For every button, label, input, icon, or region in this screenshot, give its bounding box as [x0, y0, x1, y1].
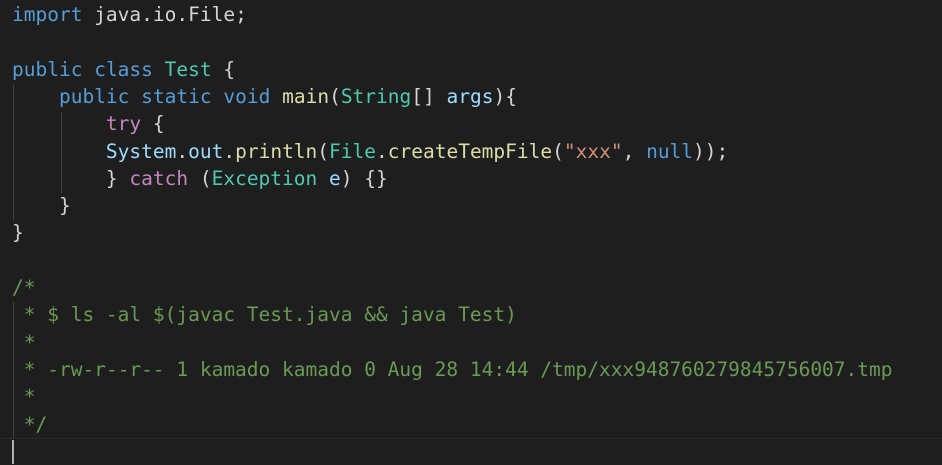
code-token: createTempFile	[387, 139, 553, 163]
code-token: static	[141, 84, 212, 108]
code-token: *	[12, 330, 36, 354]
code-token: */	[12, 412, 48, 436]
code-token: .	[223, 139, 236, 163]
code-token: null	[646, 139, 694, 163]
code-token: /*	[12, 276, 36, 299]
code-line[interactable]: *	[12, 329, 36, 356]
code-token: (	[329, 84, 341, 108]
code-line[interactable]: public static void main(String[] args){	[12, 83, 517, 110]
code-token: println	[235, 139, 318, 163]
code-line[interactable]: * -rw-r--r-- 1 kamado kamado 0 Aug 28 14…	[12, 356, 893, 383]
code-token: .	[176, 139, 189, 163]
code-token: System	[105, 139, 177, 163]
code-token: {	[141, 112, 165, 136]
code-token: class	[94, 57, 153, 81]
code-token: out	[188, 139, 224, 163]
code-token: String	[340, 84, 412, 108]
code-token: java.io.File;	[82, 3, 247, 26]
code-token: {	[211, 57, 236, 81]
code-token: *	[12, 385, 36, 409]
code-line[interactable]: }	[12, 219, 24, 246]
code-token: }	[12, 221, 24, 245]
code-line[interactable]: }	[12, 192, 71, 219]
code-token: import	[12, 3, 83, 26]
code-token: (	[317, 139, 330, 163]
code-token: ,	[622, 139, 647, 163]
text-cursor	[12, 440, 14, 464]
code-line[interactable]: System.out.println(File.createTempFile("…	[12, 138, 728, 165]
code-line[interactable]: */	[12, 411, 48, 438]
code-line[interactable]: /*	[12, 274, 35, 301]
code-token: []	[411, 84, 447, 108]
code-token: Exception	[211, 166, 318, 190]
code-token: (	[188, 166, 212, 190]
code-token: args	[446, 84, 494, 108]
code-token: void	[223, 84, 271, 108]
code-line[interactable]: public class Test {	[12, 56, 235, 83]
code-token: }	[12, 194, 71, 218]
code-token: ){	[493, 84, 517, 108]
code-token: ));	[693, 139, 729, 163]
code-token: ) {}	[340, 166, 388, 190]
code-token: * -rw-r--r-- 1 kamado kamado 0 Aug 28 14…	[12, 357, 893, 381]
code-line[interactable]: *	[12, 383, 36, 410]
code-token: public	[58, 84, 130, 108]
code-line[interactable]: } catch (Exception e) {}	[12, 165, 388, 192]
code-token: public	[12, 57, 83, 81]
code-token: (	[552, 139, 564, 163]
code-token: try	[105, 112, 142, 136]
current-line-highlight	[0, 438, 942, 465]
code-token: e	[329, 166, 341, 190]
code-token: .	[376, 139, 388, 163]
code-token: "xxx"	[563, 139, 623, 163]
code-line[interactable]: try {	[12, 110, 165, 137]
code-token: * $ ls -al $(javac Test.java && java Tes…	[12, 303, 517, 327]
code-token: }	[12, 166, 130, 190]
code-token: catch	[129, 166, 189, 190]
code-token: File	[329, 139, 377, 163]
code-editor[interactable]: import java.io.File; public class Test { …	[0, 0, 942, 464]
code-line[interactable]: * $ ls -al $(javac Test.java && java Tes…	[12, 301, 517, 328]
code-line[interactable]: import java.io.File;	[12, 1, 247, 28]
code-token: main	[282, 84, 330, 108]
code-token: Test	[164, 57, 212, 81]
